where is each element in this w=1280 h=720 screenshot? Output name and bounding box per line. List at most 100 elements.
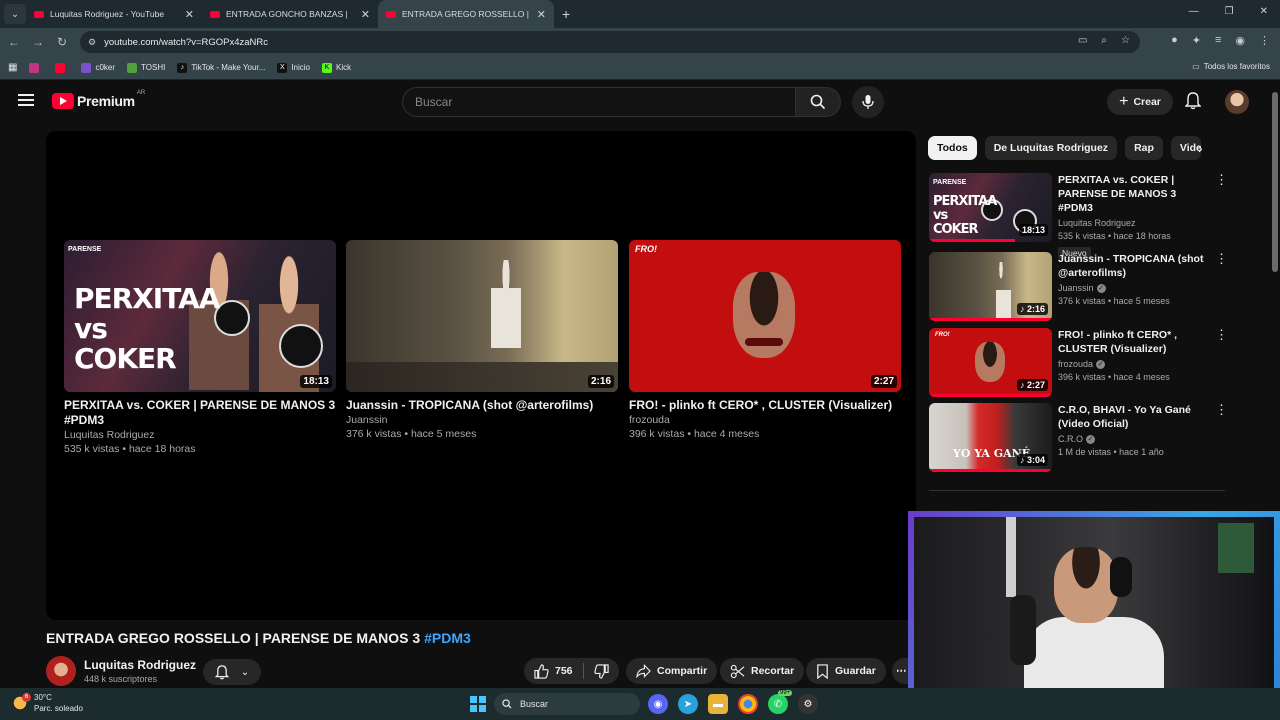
all-bookmarks-button[interactable]: ▭ Todos los favoritos <box>1192 62 1270 71</box>
cast-icon[interactable]: ▭ <box>1078 35 1087 46</box>
scrollbar-thumb[interactable] <box>1272 92 1278 272</box>
chip-video[interactable]: Video <box>1170 136 1201 160</box>
taskbar-search-input[interactable]: Buscar <box>494 693 640 715</box>
bookmark-kick[interactable]: K Kick <box>321 62 351 73</box>
recommendation-thumbnail[interactable]: PARENSE PERXITAA vs COKER 18:13 <box>929 173 1052 242</box>
video-title[interactable]: FRO! - plinko ft CERO* , CLUSTER (Visual… <box>629 398 901 413</box>
recommendation-thumbnail[interactable]: ♪ 2:16 <box>929 252 1052 321</box>
recommendation-title[interactable]: C.R.O, BHAVI - Yo Ya Gané (Video Oficial… <box>1058 403 1208 431</box>
chip-rap[interactable]: Rap <box>1125 136 1163 160</box>
forward-icon[interactable]: → <box>26 35 50 49</box>
notification-settings-button[interactable]: ⌄ <box>203 659 261 685</box>
recommendation-title[interactable]: Juanssin - TROPICANA (shot @arterofilms) <box>1058 252 1208 280</box>
youtube-logo[interactable]: Premium AR <box>52 90 145 109</box>
url-input[interactable]: ⚙ youtube.com/watch?v=RGOPx4zaNRc ▭ ⌕ ☆ <box>80 31 1140 53</box>
close-tab-icon[interactable]: ✕ <box>537 8 546 21</box>
extensions-puzzle-icon[interactable]: ✦ <box>1192 34 1201 47</box>
extension-icon[interactable]: ● <box>1171 34 1178 47</box>
close-window-icon[interactable]: ✕ <box>1260 6 1268 17</box>
recommendation-meta: 1 M de vistas • hace 1 año <box>1058 447 1164 457</box>
close-tab-icon[interactable]: ✕ <box>361 8 370 21</box>
telegram-icon[interactable]: ➤ <box>678 694 698 714</box>
profile-icon[interactable]: ◉ <box>1235 34 1245 47</box>
video-title[interactable]: Juanssin - TROPICANA (shot @arterofilms) <box>346 398 618 413</box>
discord-icon[interactable]: ◉ <box>648 694 668 714</box>
file-explorer-icon[interactable]: ▬ <box>708 694 728 714</box>
recommendation-title[interactable]: FRO! - plinko ft CERO* , CLUSTER (Visual… <box>1058 328 1208 356</box>
recommendation-thumbnail[interactable]: FRO! ♪ 2:27 <box>929 328 1052 397</box>
zoom-icon[interactable]: ⌕ <box>1101 35 1107 46</box>
recommendation-item[interactable]: YO YA GANÉ ♪ 3:04 C.R.O, BHAVI - Yo Ya G… <box>929 403 1229 473</box>
more-vertical-icon[interactable]: ⋮ <box>1215 252 1228 265</box>
site-info-icon[interactable]: ⚙ <box>88 37 96 48</box>
recommendation-thumbnail[interactable]: YO YA GANÉ ♪ 3:04 <box>929 403 1052 472</box>
recommendation-item[interactable]: PARENSE PERXITAA vs COKER 18:13 PERXITAA… <box>929 173 1229 259</box>
browser-tab-2[interactable]: ENTRADA GONCHO BANZAS | ✕ <box>202 0 378 28</box>
browser-tab-1[interactable]: Luquitas Rodriguez - YouTube ✕ <box>26 0 202 28</box>
bookmark-toshi[interactable]: TOSHI <box>127 62 165 73</box>
channel-name[interactable]: Juanssin <box>346 413 618 427</box>
channel-name[interactable]: Luquitas Rodriguez <box>84 658 196 672</box>
browser-tab-3[interactable]: ENTRADA GREGO ROSSELLO | ✕ <box>378 0 554 28</box>
menu-icon[interactable] <box>18 94 34 106</box>
recommendation-channel[interactable]: Juanssin ✓ <box>1058 282 1208 295</box>
voice-search-button[interactable] <box>852 86 884 118</box>
channel-avatar[interactable] <box>46 656 76 686</box>
recommendation-item[interactable]: FRO! ♪ 2:27 FRO! - plinko ft CERO* , CLU… <box>929 328 1229 398</box>
bookmark-star-icon[interactable]: ☆ <box>1121 35 1130 46</box>
close-tab-icon[interactable]: ✕ <box>185 8 194 21</box>
recommendation-channel[interactable]: Luquitas Rodriguez <box>1058 217 1208 230</box>
steam-icon[interactable]: ⚙ <box>798 694 818 714</box>
bookmark-c0ker[interactable]: c0ker <box>81 62 115 73</box>
video-thumbnail[interactable]: 2:16 <box>346 240 618 392</box>
like-button[interactable]: 756 <box>534 663 573 679</box>
restore-icon[interactable]: ❐ <box>1225 6 1234 17</box>
video-thumbnail[interactable]: FRO! 2:27 <box>629 240 901 392</box>
kick-icon: K <box>321 62 332 73</box>
search-button[interactable] <box>795 87 841 117</box>
reload-icon[interactable]: ↻ <box>50 35 74 49</box>
chevron-right-icon[interactable]: › <box>1198 140 1203 156</box>
whatsapp-icon[interactable]: ✆ 99+ <box>768 690 793 714</box>
chrome-icon[interactable] <box>738 694 758 714</box>
recommendation-channel[interactable]: frozouda ✓ <box>1058 358 1208 371</box>
weather-widget[interactable]: 6 30°C Parc. soleado <box>12 692 83 714</box>
bookmark-inicio[interactable]: X Inicio <box>277 62 310 73</box>
bookmark-tiktok[interactable]: ♪ TikTok - Make Your... <box>177 62 265 73</box>
save-button[interactable]: Guardar <box>806 658 886 684</box>
instagram-bookmark[interactable] <box>29 62 43 73</box>
new-tab-icon[interactable]: + <box>562 6 570 22</box>
chip-channel[interactable]: De Luquitas Rodriguez <box>984 136 1118 160</box>
search-input[interactable]: Buscar <box>402 87 796 117</box>
windows-start-icon[interactable] <box>470 696 486 712</box>
chip-all[interactable]: Todos <box>928 136 977 160</box>
channel-name[interactable]: Luquitas Rodriguez <box>64 428 336 442</box>
back-icon[interactable]: ← <box>2 35 26 49</box>
share-button[interactable]: Compartir <box>626 658 718 684</box>
video-thumbnail[interactable]: PARENSE PERXITAA vs COKER 18:13 <box>64 240 336 392</box>
tab-search-icon[interactable]: ⌄ <box>4 4 26 24</box>
recommendation-item[interactable]: ♪ 2:16 Juanssin - TROPICANA (shot @arter… <box>929 252 1229 322</box>
end-screen-video-1[interactable]: PARENSE PERXITAA vs COKER 18:13 PERXITAA… <box>64 240 336 456</box>
video-title[interactable]: PERXITAA vs. COKER | PARENSE DE MANOS 3 … <box>64 398 336 428</box>
more-vertical-icon[interactable]: ⋮ <box>1215 403 1228 416</box>
dislike-button[interactable] <box>593 663 609 679</box>
more-vertical-icon[interactable]: ⋮ <box>1215 173 1228 186</box>
account-avatar[interactable] <box>1225 90 1249 114</box>
notifications-bell-icon[interactable] <box>1185 92 1201 110</box>
media-icon[interactable]: ≡ <box>1215 34 1221 47</box>
clip-button[interactable]: Recortar <box>720 658 805 684</box>
end-screen-video-3[interactable]: FRO! 2:27 FRO! - plinko ft CERO* , CLUST… <box>629 240 901 441</box>
end-screen-video-2[interactable]: 2:16 Juanssin - TROPICANA (shot @arterof… <box>346 240 618 441</box>
create-button[interactable]: + Crear <box>1107 89 1173 115</box>
channel-name[interactable]: frozouda <box>629 413 901 427</box>
minimize-icon[interactable]: — <box>1189 6 1199 17</box>
chrome-menu-icon[interactable]: ⋮ <box>1259 34 1270 47</box>
youtube-bookmark[interactable] <box>55 62 69 73</box>
recommendation-channel[interactable]: C.R.O ✓ <box>1058 433 1208 446</box>
clip-label: Recortar <box>751 665 795 677</box>
more-vertical-icon[interactable]: ⋮ <box>1215 328 1228 341</box>
recommendation-title[interactable]: PERXITAA vs. COKER | PARENSE DE MANOS 3 … <box>1058 173 1208 215</box>
hashtag-link[interactable]: #PDM3 <box>424 630 471 646</box>
apps-icon[interactable]: ▦ <box>8 62 17 73</box>
